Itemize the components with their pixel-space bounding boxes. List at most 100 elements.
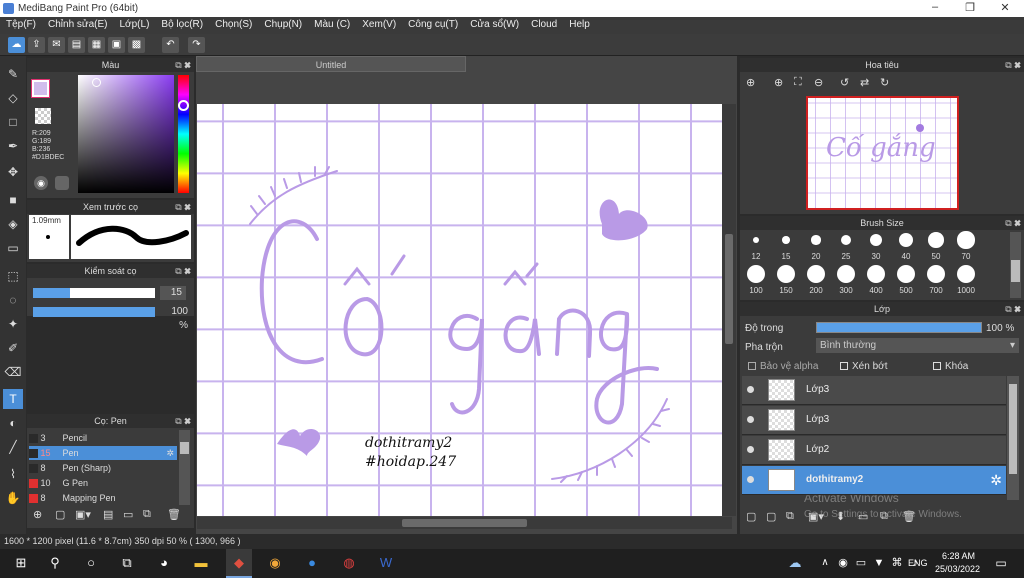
brush-size-option[interactable]: 700 xyxy=(922,264,950,298)
flip-icon[interactable]: ⇄ xyxy=(860,76,869,89)
menu-window[interactable]: Cửa sổ(W) xyxy=(464,17,525,34)
text-tool-icon[interactable]: T xyxy=(3,389,23,409)
magic-wand-icon[interactable]: ✦ xyxy=(3,314,23,334)
gear-icon[interactable]: ✲ xyxy=(166,446,174,460)
select-eraser-icon[interactable]: ⌫ xyxy=(3,362,23,382)
opacity-value[interactable]: 100 % xyxy=(160,305,188,331)
file-explorer-icon[interactable]: ▬ xyxy=(192,554,210,572)
redo-icon[interactable]: ↷ xyxy=(188,37,205,53)
paint-app-icon[interactable]: ◕ xyxy=(155,554,173,572)
hue-slider[interactable] xyxy=(178,75,189,193)
folder-icon[interactable]: ▭ xyxy=(123,508,133,521)
alpha-protect-checkbox[interactable] xyxy=(748,362,756,370)
cortana-icon[interactable]: ○ xyxy=(82,554,100,572)
visibility-icon[interactable] xyxy=(747,446,754,453)
comment-icon[interactable]: ▤ xyxy=(68,37,85,53)
navigator-thumbnail[interactable]: Cố gắng xyxy=(806,96,959,210)
zoom-out-icon[interactable]: ⊖ xyxy=(814,76,823,89)
picker-cursor[interactable] xyxy=(92,78,101,87)
divide-tool-icon[interactable]: ╱ xyxy=(3,437,23,457)
layer-opacity-slider[interactable] xyxy=(816,322,982,333)
palette-icon[interactable]: ◉ xyxy=(34,176,48,190)
panel-close-icon[interactable]: ⧉ ✖ xyxy=(175,58,191,72)
bucket-tool-icon[interactable]: ◈ xyxy=(3,214,23,234)
photos-app-icon[interactable]: ◉ xyxy=(266,554,284,572)
primary-color-swatch[interactable] xyxy=(31,79,50,98)
new-layer-icon[interactable]: ▢ xyxy=(746,510,756,523)
clock-date[interactable]: 25/03/2022 xyxy=(935,564,980,574)
brush-list-scrollbar[interactable] xyxy=(179,430,190,505)
brush-item[interactable]: 8 Mapping Pen xyxy=(29,491,177,505)
brush-item[interactable]: 3 Pencil xyxy=(29,431,177,445)
lasso-tool-icon[interactable]: ◌ xyxy=(3,290,23,310)
notification-icon[interactable]: ▭ xyxy=(992,554,1010,572)
layer-row[interactable]: Lớp3 xyxy=(742,376,1006,405)
menu-edit[interactable]: Chỉnh sửa(E) xyxy=(42,17,114,34)
layer-scrollbar[interactable] xyxy=(1007,376,1019,500)
medibang-app-icon[interactable]: ◆ xyxy=(226,549,252,578)
panel-close-icon[interactable]: ⧉ ✖ xyxy=(1005,58,1021,72)
brush-size-option[interactable]: 40 xyxy=(892,230,920,264)
fit-window-icon[interactable]: ⛶ xyxy=(794,76,802,89)
brush-size-option[interactable]: 100 xyxy=(742,264,770,298)
balloon-tool-icon[interactable]: ◐ xyxy=(3,413,23,433)
onedrive-icon[interactable]: ☁ xyxy=(786,554,804,572)
menu-help[interactable]: Help xyxy=(563,17,596,34)
visibility-icon[interactable] xyxy=(747,476,754,483)
brush-size-option[interactable]: 70 xyxy=(952,230,980,264)
rectangle-tool-icon[interactable]: □ xyxy=(3,112,23,132)
trash-icon[interactable]: 🗑 xyxy=(167,508,181,521)
grid-icon[interactable]: ▩ xyxy=(128,37,145,53)
panel-close-icon[interactable]: ⧉ ✖ xyxy=(175,264,191,278)
brush-menu-icon[interactable]: ▣▾ xyxy=(75,508,91,521)
document-icon[interactable]: ▦ xyxy=(88,37,105,53)
brush-size-option[interactable]: 300 xyxy=(832,264,860,298)
zalo-app-icon[interactable]: ● xyxy=(303,554,321,572)
select-tool-icon[interactable]: ⬚ xyxy=(3,266,23,286)
hand-tool-icon[interactable]: ✋ xyxy=(3,488,23,508)
menu-view[interactable]: Xem(V) xyxy=(356,17,402,34)
layer-row-selected[interactable]: dothitramy2 ✲ xyxy=(742,466,1006,495)
pen-tool-icon[interactable]: ✒ xyxy=(3,136,23,156)
brush-size-option[interactable]: 25 xyxy=(832,230,860,264)
brush-size-option[interactable]: 400 xyxy=(862,264,890,298)
fill-rect-tool-icon[interactable]: ■ xyxy=(3,190,23,210)
copy-brush-icon[interactable]: ▤ xyxy=(103,508,113,521)
brush-tool-icon[interactable]: ✎ xyxy=(3,64,23,84)
menu-capture[interactable]: Chụp(N) xyxy=(258,17,308,34)
new-brush-icon[interactable]: ▢ xyxy=(55,508,65,521)
minimize-button[interactable]: – xyxy=(920,1,950,16)
blend-mode-select[interactable]: Bình thường ▾ xyxy=(816,338,1019,353)
size-slider[interactable] xyxy=(33,288,155,298)
visibility-icon[interactable] xyxy=(747,386,754,393)
camera-icon[interactable]: ▭ xyxy=(852,554,870,572)
chevron-up-icon[interactable]: ∧ xyxy=(816,554,834,572)
windows-start-icon[interactable]: ⊞ xyxy=(12,554,30,572)
maximize-button[interactable]: ❐ xyxy=(955,1,985,16)
brush-size-option[interactable]: 500 xyxy=(892,264,920,298)
word-app-icon[interactable]: W xyxy=(377,554,395,572)
close-button[interactable]: ✕ xyxy=(990,1,1020,16)
opacity-slider[interactable] xyxy=(33,307,155,317)
shield-icon[interactable]: ▼ xyxy=(870,554,888,572)
menu-select[interactable]: Chọn(S) xyxy=(209,17,258,34)
canvas-vertical-scrollbar[interactable] xyxy=(722,104,736,516)
menu-cloud[interactable]: Cloud xyxy=(525,17,563,34)
add-brush-icon[interactable]: ⊕ xyxy=(33,508,42,521)
menu-tools[interactable]: Công cụ(T) xyxy=(402,17,464,34)
menu-filter[interactable]: Bộ lọc(R) xyxy=(155,17,209,34)
chrome-icon[interactable]: ◍ xyxy=(340,554,358,572)
panel-icon[interactable]: ▣ xyxy=(108,37,125,53)
brush-size-option[interactable]: 15 xyxy=(772,230,800,264)
network-icon[interactable]: ⌘ xyxy=(888,554,906,572)
hue-handle[interactable] xyxy=(178,100,189,111)
language-indicator[interactable]: ENG xyxy=(908,558,928,568)
brush-item-selected[interactable]: 15 Pen ✲ xyxy=(29,446,177,460)
color-swap-icon[interactable] xyxy=(55,176,69,190)
brush-size-scrollbar[interactable] xyxy=(1010,232,1021,298)
brush-size-option[interactable]: 30 xyxy=(862,230,890,264)
brush-size-option[interactable]: 1000 xyxy=(952,264,980,298)
duplicate-icon[interactable]: ⧉ xyxy=(143,508,151,521)
eraser-tool-icon[interactable]: ◇ xyxy=(3,88,23,108)
menu-file[interactable]: Tệp(F) xyxy=(0,17,42,34)
